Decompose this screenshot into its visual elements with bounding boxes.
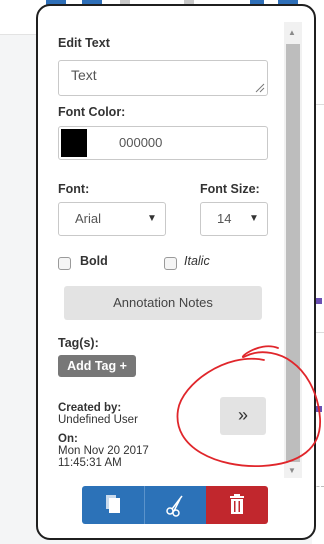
color-swatch[interactable] (61, 129, 87, 157)
font-size-label: Font Size: (200, 182, 260, 196)
edit-text-label: Edit Text (58, 36, 110, 50)
font-color-label: Font Color: (58, 105, 126, 119)
created-by-value: Undefined User (58, 414, 138, 426)
action-bar (82, 486, 268, 524)
font-size-select[interactable]: 14 ▼ (200, 202, 268, 236)
created-time: 11:45:31 AM (58, 457, 122, 469)
copy-icon (106, 495, 120, 513)
copy-button[interactable] (82, 486, 144, 524)
text-annotation-popup: Edit Text Text Font Color: 000000 Font: … (36, 4, 316, 540)
font-family-select[interactable]: Arial ▼ (58, 202, 166, 236)
bold-label: Bold (80, 254, 108, 268)
font-family-value: Arial (75, 211, 102, 226)
scroll-up-arrow-icon[interactable]: ▲ (288, 28, 296, 37)
annotation-notes-button[interactable]: Annotation Notes (64, 286, 262, 320)
font-size-value: 14 (217, 211, 232, 226)
bold-checkbox[interactable] (58, 257, 71, 270)
expand-button[interactable]: » (220, 397, 266, 435)
scroll-down-arrow-icon[interactable]: ▼ (288, 466, 296, 475)
edit-text-value: Text (71, 67, 97, 83)
cut-button[interactable] (144, 486, 206, 524)
italic-checkbox[interactable] (164, 257, 177, 270)
tags-label: Tag(s): (58, 336, 99, 350)
scrollbar[interactable]: ▲ ▼ (284, 22, 302, 478)
font-color-value: 000000 (119, 135, 163, 150)
scissors-icon (166, 495, 183, 517)
chevron-down-icon: ▼ (147, 213, 157, 224)
font-label: Font: (58, 182, 90, 196)
scrollbar-thumb[interactable] (286, 44, 300, 462)
add-tag-button[interactable]: Add Tag + (58, 355, 136, 377)
chevron-down-icon: ▼ (249, 213, 259, 224)
delete-button[interactable] (206, 486, 268, 524)
created-date: Mon Nov 20 2017 (58, 445, 149, 457)
italic-label: Italic (184, 254, 210, 268)
resize-handle-icon[interactable] (255, 83, 265, 93)
edit-text-textarea[interactable]: Text (58, 60, 268, 96)
font-color-picker[interactable]: 000000 (58, 126, 268, 160)
created-by-label: Created by: (58, 402, 122, 414)
created-on-label: On: (58, 433, 78, 445)
trash-icon (230, 494, 244, 514)
